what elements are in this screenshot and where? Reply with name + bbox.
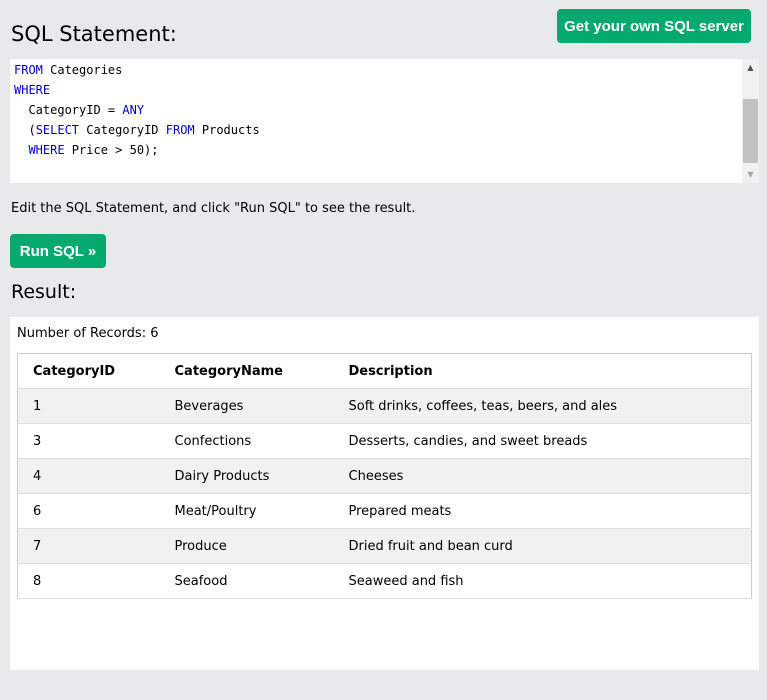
scroll-down-arrow-icon[interactable]: ▼ bbox=[742, 166, 759, 183]
sql-text: CategoryID = bbox=[14, 103, 123, 117]
table-row: 8 Seafood Seaweed and fish bbox=[17, 563, 752, 599]
code-line[interactable]: WHERE bbox=[14, 80, 741, 100]
table-row: 6 Meat/Poultry Prepared meats bbox=[17, 493, 752, 529]
cell-description: Desserts, candies, and sweet breads bbox=[333, 423, 752, 459]
cell-categoryid: 8 bbox=[17, 563, 160, 599]
cell-categoryid: 1 bbox=[17, 388, 160, 424]
scroll-thumb[interactable] bbox=[743, 99, 758, 163]
cell-categoryname: Confections bbox=[159, 423, 334, 459]
sql-keyword: FROM bbox=[14, 63, 43, 77]
table-header-row: CategoryID CategoryName Description bbox=[17, 353, 752, 389]
cell-categoryname: Meat/Poultry bbox=[159, 493, 334, 529]
sql-keyword: WHERE bbox=[14, 83, 51, 97]
cell-description: Soft drinks, coffees, teas, beers, and a… bbox=[333, 388, 752, 424]
sql-text: Categories bbox=[42, 63, 123, 77]
page-title: SQL Statement: bbox=[11, 22, 177, 46]
cell-categoryname: Produce bbox=[159, 528, 334, 564]
cell-categoryid: 6 bbox=[17, 493, 160, 529]
column-header-description: Description bbox=[333, 353, 752, 389]
cell-categoryid: 4 bbox=[17, 458, 160, 494]
cell-description: Cheeses bbox=[333, 458, 752, 494]
code-line[interactable]: FROM Categories bbox=[14, 60, 741, 80]
table-row: 1 Beverages Soft drinks, coffees, teas, … bbox=[17, 388, 752, 424]
table-row: 3 Confections Desserts, candies, and swe… bbox=[17, 423, 752, 459]
run-sql-button[interactable]: Run SQL » bbox=[10, 234, 106, 268]
cell-description: Dried fruit and bean curd bbox=[333, 528, 752, 564]
result-heading: Result: bbox=[11, 281, 77, 303]
results-table: CategoryID CategoryName Description 1 Be… bbox=[17, 353, 752, 599]
table-row: 7 Produce Dried fruit and bean curd bbox=[17, 528, 752, 564]
cell-description: Prepared meats bbox=[333, 493, 752, 529]
get-own-sql-server-button[interactable]: Get your own SQL server bbox=[557, 9, 751, 43]
sql-text: CategoryID bbox=[79, 123, 166, 137]
record-count: Number of Records: 6 bbox=[17, 326, 159, 341]
code-line[interactable]: (SELECT CategoryID FROM Products bbox=[14, 120, 741, 140]
column-header-categoryid: CategoryID bbox=[17, 353, 160, 389]
sql-text: ( bbox=[14, 123, 36, 137]
cell-categoryname: Beverages bbox=[159, 388, 334, 424]
sql-editor[interactable]: FROM Categories WHERE CategoryID = ANY (S… bbox=[10, 59, 759, 183]
code-line[interactable]: CategoryID = ANY bbox=[14, 100, 741, 120]
sql-keyword: ANY bbox=[122, 103, 145, 117]
sql-text: Price > 50); bbox=[64, 143, 159, 157]
scroll-up-arrow-icon[interactable]: ▲ bbox=[742, 59, 759, 76]
code-line[interactable]: WHERE Price > 50); bbox=[14, 140, 741, 160]
sql-keyword: WHERE bbox=[28, 143, 65, 157]
editor-scrollbar[interactable]: ▲ ▼ bbox=[742, 59, 759, 183]
cell-description: Seaweed and fish bbox=[333, 563, 752, 599]
cell-categoryname: Dairy Products bbox=[159, 458, 334, 494]
sql-keyword: FROM bbox=[165, 123, 195, 137]
cell-categoryid: 3 bbox=[17, 423, 160, 459]
cell-categoryname: Seafood bbox=[159, 563, 334, 599]
sql-code[interactable]: FROM Categories WHERE CategoryID = ANY (S… bbox=[14, 60, 741, 160]
column-header-categoryname: CategoryName bbox=[159, 353, 334, 389]
result-panel: Number of Records: 6 CategoryID Category… bbox=[10, 317, 759, 670]
sql-keyword: SELECT bbox=[35, 123, 80, 137]
cell-categoryid: 7 bbox=[17, 528, 160, 564]
instructions-text: Edit the SQL Statement, and click "Run S… bbox=[11, 201, 416, 216]
sql-text: Products bbox=[194, 123, 260, 137]
table-row: 4 Dairy Products Cheeses bbox=[17, 458, 752, 494]
